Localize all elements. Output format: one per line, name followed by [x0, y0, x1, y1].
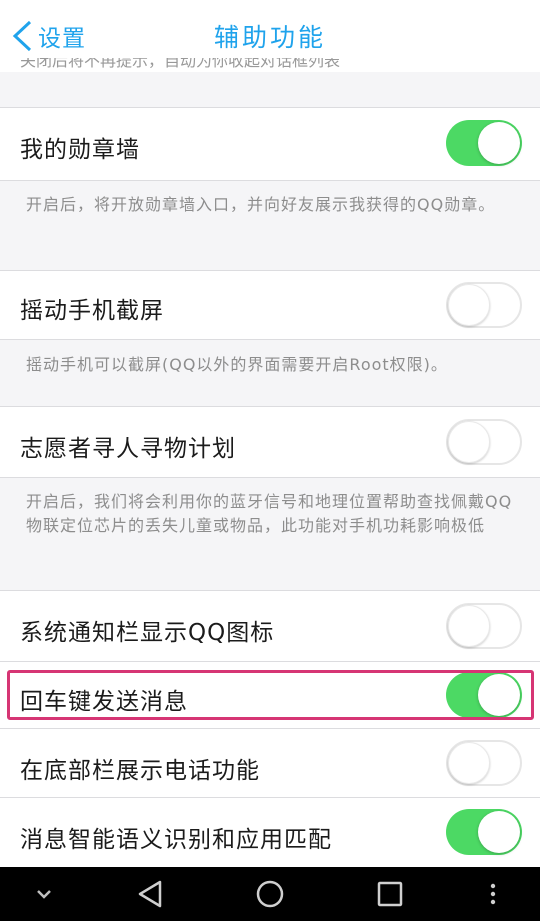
setting-label: 摇动手机截屏 [20, 298, 164, 324]
highlight-box [7, 670, 534, 720]
recents-square-icon [377, 881, 403, 907]
shake-screenshot-toggle[interactable] [446, 282, 522, 328]
top-bar: 设置 辅助功能 关闭后将不再提示，自动为你收起对话框列表 [0, 0, 540, 72]
setting-row-phone-tab[interactable]: 在底部栏展示电话功能 [0, 729, 540, 797]
toggle-knob [478, 811, 520, 853]
page-title: 辅助功能 [213, 23, 326, 52]
setting-row-notification-icon[interactable]: 系统通知栏显示QQ图标 [0, 591, 540, 661]
medal-wall-toggle[interactable] [446, 120, 522, 166]
toggle-knob [448, 421, 490, 463]
setting-row-volunteer-plan[interactable]: 志愿者寻人寻物计划 [0, 407, 540, 477]
setting-description: 开启后，我们将会利用你的蓝牙信号和地理位置帮助查找佩戴QQ物联定位芯片的丢失儿童… [26, 492, 513, 535]
nav-recents-button[interactable] [370, 867, 410, 921]
home-circle-icon [256, 880, 284, 908]
divider [0, 477, 540, 478]
divider [0, 339, 540, 340]
setting-label: 在底部栏展示电话功能 [20, 758, 260, 784]
more-dots-icon [490, 883, 496, 905]
setting-row-medal-wall[interactable]: 我的勋章墙 [0, 108, 540, 180]
navigation-bar [0, 867, 540, 921]
toggle-knob [448, 742, 490, 784]
setting-description: 开启后，将开放勋章墙入口，并向好友展示我获得的QQ勋章。 [26, 195, 496, 214]
setting-row-shake-screenshot[interactable]: 摇动手机截屏 [0, 271, 540, 339]
toggle-knob [478, 122, 520, 164]
nav-back-button[interactable] [130, 867, 170, 921]
semantic-match-toggle[interactable] [446, 809, 522, 855]
setting-label: 消息智能语义识别和应用匹配 [20, 827, 332, 853]
back-triangle-icon [138, 880, 162, 908]
previous-description-partial: 关闭后将不再提示，自动为你收起对话框列表 [20, 58, 341, 70]
notification-icon-toggle[interactable] [446, 603, 522, 649]
setting-description: 摇动手机可以截屏(QQ以外的界面需要开启Root权限)。 [26, 355, 448, 374]
setting-label: 志愿者寻人寻物计划 [20, 436, 236, 462]
volunteer-plan-toggle[interactable] [446, 419, 522, 465]
chevron-down-icon [37, 890, 51, 899]
nav-home-button[interactable] [250, 867, 290, 921]
hide-keyboard-button[interactable] [24, 867, 64, 921]
setting-label: 系统通知栏显示QQ图标 [20, 620, 275, 646]
toggle-knob [448, 605, 490, 647]
setting-label: 我的勋章墙 [20, 137, 140, 163]
setting-row-semantic-match[interactable]: 消息智能语义识别和应用匹配 [0, 798, 540, 867]
divider [0, 180, 540, 181]
toggle-knob [448, 284, 490, 326]
phone-tab-toggle[interactable] [446, 740, 522, 786]
nav-more-button[interactable] [478, 867, 508, 921]
